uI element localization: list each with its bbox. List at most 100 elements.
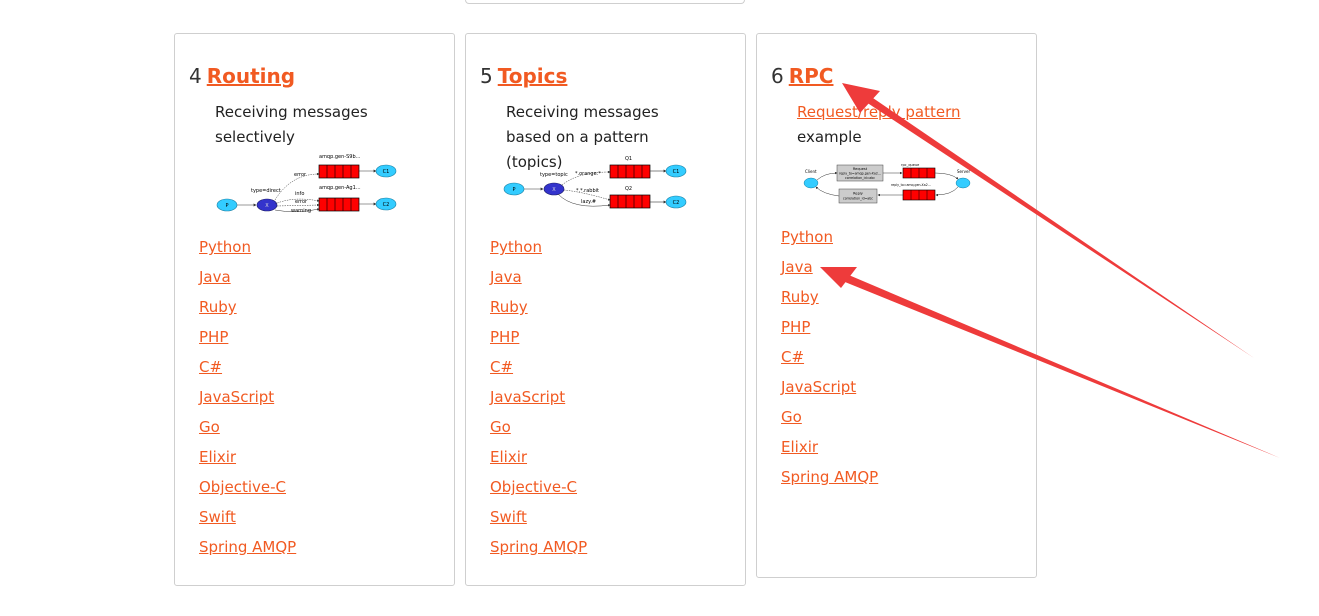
consumer-label: C1 (673, 169, 680, 175)
routing-diagram: P X type=direct error info error warning… (216, 154, 397, 214)
language-link-elixir[interactable]: Elixir (490, 448, 527, 466)
list-item: PHP (781, 314, 878, 344)
queue-name: amqp.gen-Ag1... (319, 185, 361, 191)
reply-box-line: correlation_id=abc (843, 197, 873, 201)
language-link-php[interactable]: PHP (199, 328, 228, 346)
exchange-type-label: type=topic (540, 172, 568, 178)
list-item: C# (490, 354, 587, 384)
language-link-ruby[interactable]: Ruby (490, 298, 528, 316)
description-text: example (797, 128, 862, 146)
language-link-javascript[interactable]: JavaScript (490, 388, 565, 406)
route-label: info (295, 191, 304, 197)
tutorial-title-link[interactable]: Routing (207, 64, 295, 88)
list-item: JavaScript (199, 384, 296, 414)
route-label: lazy.# (581, 199, 596, 205)
language-link-javascript[interactable]: JavaScript (199, 388, 274, 406)
queue-name: amqp.gen-S9b... (319, 154, 361, 160)
language-link-python[interactable]: Python (199, 238, 251, 256)
producer-label: P (512, 187, 515, 193)
list-item: Ruby (490, 294, 587, 324)
list-item: Elixir (199, 444, 296, 474)
language-link-swift[interactable]: Swift (199, 508, 236, 526)
list-item: Go (781, 404, 878, 434)
queue-1 (609, 164, 651, 179)
language-link-python[interactable]: Python (781, 228, 833, 246)
list-item: Objective-C (199, 474, 296, 504)
producer-label: P (225, 203, 228, 209)
queue-2 (609, 194, 651, 209)
list-item: Spring AMQP (490, 534, 587, 564)
list-item: Objective-C (490, 474, 587, 504)
list-item: Elixir (490, 444, 587, 474)
server-label: Server (957, 169, 970, 174)
queue-1 (318, 164, 360, 179)
list-item: Elixir (781, 434, 878, 464)
request-box-line: correlation_id=abc (845, 176, 875, 180)
language-link-python[interactable]: Python (490, 238, 542, 256)
list-item: Spring AMQP (781, 464, 878, 494)
language-links: Python Java Ruby PHP C# JavaScript Go El… (781, 224, 878, 494)
language-link-php[interactable]: PHP (781, 318, 810, 336)
list-item: Ruby (781, 284, 878, 314)
consumer-label: C2 (673, 200, 680, 206)
card-heading: 5 Topics (480, 64, 567, 88)
request-box-line: reply_to=amqp.gen-Xa2... (839, 172, 881, 176)
language-link-java[interactable]: Java (781, 258, 813, 276)
list-item: Go (199, 414, 296, 444)
language-link-go[interactable]: Go (490, 418, 511, 436)
exchange-label: X (265, 203, 269, 209)
language-links: Python Java Ruby PHP C# JavaScript Go El… (199, 234, 296, 564)
tutorial-card-routing: 4 Routing Receiving messages selectively … (174, 33, 455, 586)
tutorial-card-rpc: 6 RPC Request/reply pattern example Clien… (756, 33, 1037, 578)
list-item: PHP (199, 324, 296, 354)
language-link-spring-amqp[interactable]: Spring AMQP (490, 538, 587, 556)
list-item: PHP (490, 324, 587, 354)
language-link-java[interactable]: Java (199, 268, 231, 286)
language-link-go[interactable]: Go (781, 408, 802, 426)
queue-name: Q1 (625, 156, 632, 162)
list-item: Go (490, 414, 587, 444)
tutorial-number: 6 (771, 64, 784, 88)
exchange-type-label: type=direct (251, 188, 281, 194)
client-node (803, 177, 819, 189)
route-label: warning (291, 208, 311, 214)
tutorial-description: Receiving messages selectively (215, 103, 368, 146)
previous-card-bottom-edge (465, 0, 745, 4)
language-link-ruby[interactable]: Ruby (199, 298, 237, 316)
request-reply-pattern-link[interactable]: Request/reply pattern (797, 103, 961, 121)
route-label: *.*.rabbit (576, 188, 599, 194)
language-link-java[interactable]: Java (490, 268, 522, 286)
language-link-csharp[interactable]: C# (490, 358, 513, 376)
tutorial-description: Request/reply pattern example (797, 100, 997, 150)
language-link-objective-c[interactable]: Objective-C (199, 478, 286, 496)
reply-box-line: Reply (853, 192, 863, 196)
language-link-ruby[interactable]: Ruby (781, 288, 819, 306)
exchange-label: X (552, 187, 556, 193)
reply-queue (902, 189, 936, 201)
tutorial-title-link[interactable]: Topics (498, 64, 568, 88)
tutorial-number: 4 (189, 64, 202, 88)
queue-name: Q2 (625, 186, 632, 192)
language-link-go[interactable]: Go (199, 418, 220, 436)
list-item: Java (490, 264, 587, 294)
language-link-swift[interactable]: Swift (490, 508, 527, 526)
language-link-objective-c[interactable]: Objective-C (490, 478, 577, 496)
language-link-elixir[interactable]: Elixir (199, 448, 236, 466)
language-link-csharp[interactable]: C# (199, 358, 222, 376)
list-item: Java (199, 264, 296, 294)
language-link-spring-amqp[interactable]: Spring AMQP (781, 468, 878, 486)
tutorial-card-topics: 5 Topics Receiving messages based on a pa… (465, 33, 746, 586)
language-link-javascript[interactable]: JavaScript (781, 378, 856, 396)
language-link-spring-amqp[interactable]: Spring AMQP (199, 538, 296, 556)
tutorial-title-link[interactable]: RPC (789, 64, 834, 88)
list-item: JavaScript (490, 384, 587, 414)
route-label: *.orange.* (575, 171, 601, 177)
card-heading: 4 Routing (189, 64, 295, 88)
language-link-php[interactable]: PHP (490, 328, 519, 346)
language-link-elixir[interactable]: Elixir (781, 438, 818, 456)
route-label: error (295, 199, 308, 205)
list-item: JavaScript (781, 374, 878, 404)
list-item: Swift (199, 504, 296, 534)
consumer-label: C2 (383, 202, 390, 208)
language-link-csharp[interactable]: C# (781, 348, 804, 366)
